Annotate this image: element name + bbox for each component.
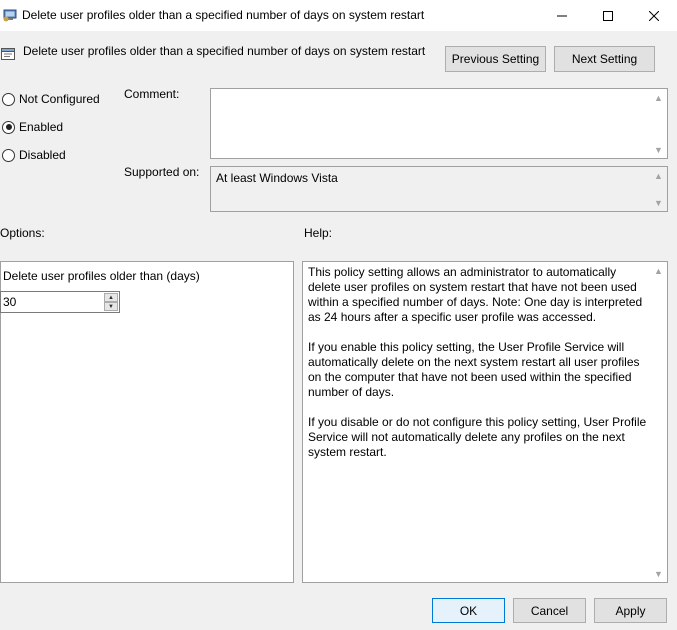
scroll-down-icon[interactable]: ▼ [650,194,667,211]
radio-circle[interactable] [2,120,15,134]
window-title: Delete user profiles older than a specif… [22,8,425,22]
scroll-up-icon[interactable]: ▲ [650,167,667,184]
minimize-button[interactable] [539,0,585,31]
ok-button[interactable]: OK [432,598,505,623]
supported-scrollbar[interactable]: ▲ ▼ [650,167,667,211]
radio-disabled[interactable]: Disabled [2,147,66,163]
maximize-button[interactable] [585,0,631,31]
cancel-button[interactable]: Cancel [513,598,586,623]
maximize-icon [603,10,613,21]
apply-button[interactable]: Apply [594,598,667,623]
options-heading: Options: [0,226,45,240]
radio-label: Enabled [19,120,64,134]
help-paragraph: If you disable or do not configure this … [308,415,647,459]
help-paragraph: This policy setting allows an administra… [308,265,643,324]
radio-label: Disabled [19,148,66,162]
previous-setting-button[interactable]: Previous Setting [445,46,546,72]
policy-setting-icon [0,46,16,62]
spin-up-icon[interactable]: ▲ [104,293,118,302]
help-scrollbar[interactable]: ▲ ▼ [650,262,667,582]
comment-scrollbar[interactable]: ▲ ▼ [650,89,667,158]
help-paragraph: If you enable this policy setting, the U… [308,340,640,399]
close-icon [649,10,659,21]
scroll-down-icon[interactable]: ▼ [650,141,667,158]
help-pane: This policy setting allows an administra… [302,261,668,583]
scroll-up-icon[interactable]: ▲ [650,262,667,279]
spin-buttons: ▲ ▼ [104,293,118,311]
supported-on-label: Supported on: [124,165,200,179]
supported-on-value: At least Windows Vista [216,171,338,185]
days-value[interactable]: 30 [3,295,16,309]
close-button[interactable] [631,0,677,31]
radio-circle[interactable] [2,148,15,162]
group-policy-icon [3,8,17,22]
radio-circle[interactable] [2,92,15,106]
radio-label: Not Configured [19,92,100,106]
scroll-down-icon[interactable]: ▼ [650,565,667,582]
days-spinbox[interactable]: 30 ▲ ▼ [0,291,120,313]
comment-label: Comment: [124,87,180,101]
next-setting-button[interactable]: Next Setting [554,46,655,72]
scroll-up-icon[interactable]: ▲ [650,89,667,106]
supported-on-field: At least Windows Vista ▲ ▼ [210,166,668,212]
days-field-label: Delete user profiles older than (days) [3,269,200,283]
comment-textarea[interactable]: ▲ ▼ [210,88,668,159]
radio-enabled[interactable]: Enabled [2,119,63,135]
help-heading: Help: [304,226,333,240]
policy-title: Delete user profiles older than a specif… [23,44,426,58]
radio-not-configured[interactable]: Not Configured [2,91,100,107]
minimize-icon [557,15,567,16]
spin-down-icon[interactable]: ▼ [104,302,118,311]
help-text: This policy setting allows an administra… [308,265,648,475]
